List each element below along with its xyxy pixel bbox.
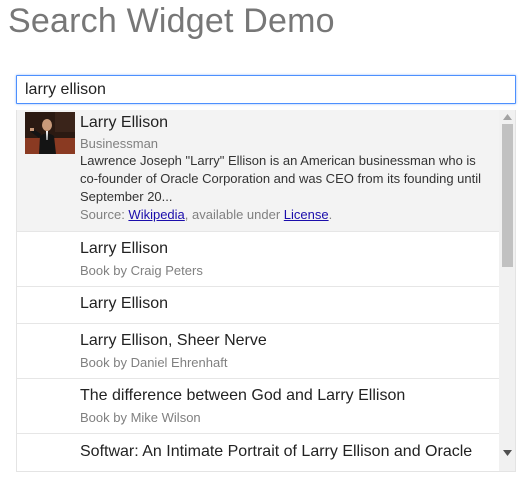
result-item-entity[interactable]: Larry Ellison Businessman Lawrence Josep… — [17, 110, 499, 232]
search-input[interactable] — [17, 76, 515, 103]
source-suffix: . — [328, 207, 333, 222]
results-list: Larry Ellison Businessman Lawrence Josep… — [17, 110, 499, 471]
result-subtitle: Book by Craig Peters — [80, 263, 203, 278]
result-title: Larry Ellison — [80, 240, 169, 257]
result-title: Softwar: An Intimate Portrait of Larry E… — [80, 443, 473, 460]
result-item[interactable]: The difference between God and Larry Ell… — [17, 379, 499, 434]
result-item[interactable]: Larry Ellison Book by Craig Peters — [17, 232, 499, 287]
source-middle: , available under — [184, 207, 284, 222]
triangle-down-icon — [503, 450, 512, 456]
scroll-up-button[interactable] — [499, 110, 515, 124]
triangle-up-icon — [503, 114, 512, 120]
source-prefix: Source: — [80, 207, 129, 222]
result-title: The difference between God and Larry Ell… — [80, 387, 406, 404]
result-title: Larry Ellison, Sheer Nerve — [80, 332, 267, 349]
result-item[interactable]: Larry Ellison, Sheer Nerve Book by Danie… — [17, 324, 499, 379]
person-photo — [25, 112, 75, 154]
result-description: Lawrence Joseph "Larry" Ellison is an Am… — [80, 153, 482, 204]
person-photo-thumbnail — [25, 112, 75, 154]
scrollbar-thumb[interactable] — [502, 124, 513, 267]
scrollbar[interactable] — [499, 110, 515, 471]
search-box[interactable] — [16, 75, 516, 104]
wikipedia-link[interactable]: Wikipedia — [128, 207, 184, 222]
result-item[interactable]: Larry Ellison — [17, 287, 499, 324]
license-link[interactable]: License — [284, 207, 329, 222]
result-source: Source: Wikipedia, available under Licen… — [80, 207, 332, 222]
result-item[interactable]: Softwar: An Intimate Portrait of Larry E… — [17, 434, 499, 471]
result-subtitle: Businessman — [80, 136, 159, 151]
result-title: Larry Ellison — [80, 295, 169, 312]
result-subtitle: Book by Mike Wilson — [80, 410, 201, 425]
result-title: Larry Ellison — [80, 114, 169, 131]
autocomplete-dropdown: Larry Ellison Businessman Lawrence Josep… — [16, 110, 516, 472]
result-subtitle: Book by Daniel Ehrenhaft — [80, 355, 228, 370]
scroll-down-button[interactable] — [499, 446, 515, 460]
page-title: Search Widget Demo — [8, 2, 335, 40]
page: Search Widget Demo larry ellison Larry E… — [0, 0, 532, 485]
